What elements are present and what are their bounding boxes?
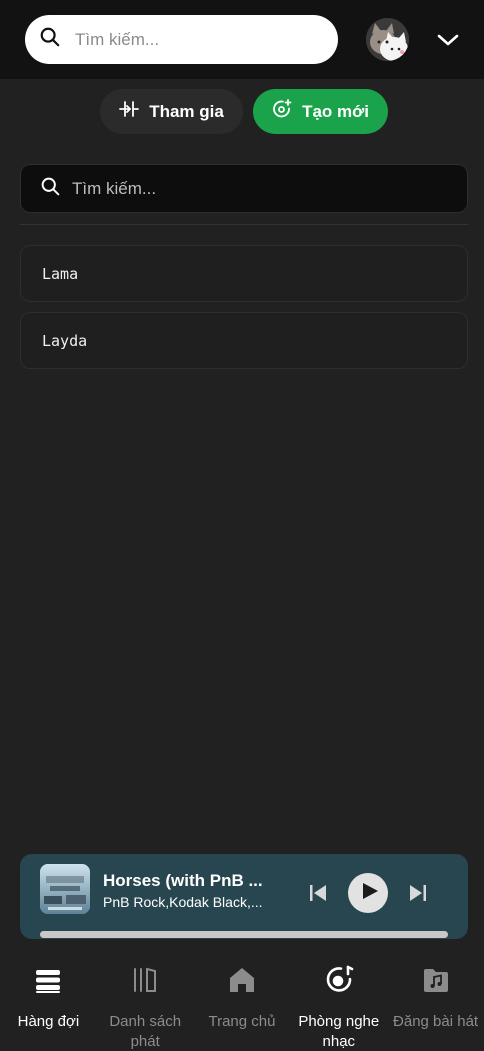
nav-label-playlist: Danh sách phát: [109, 1013, 182, 1050]
search-icon: [39, 26, 61, 53]
play-icon: [358, 882, 379, 905]
room-search-box[interactable]: [20, 164, 468, 213]
room-list: Lama Layda: [20, 245, 468, 379]
search-icon: [40, 176, 61, 202]
play-button[interactable]: [348, 873, 388, 913]
nav-label-upload-song: Đăng bài hát: [393, 1013, 479, 1030]
progress-bar[interactable]: [40, 931, 448, 938]
room-item-lama[interactable]: Lama: [20, 245, 468, 302]
nav-item-upload-song[interactable]: Đăng bài hát: [387, 950, 484, 1051]
home-icon: [227, 965, 257, 1000]
nav-item-home[interactable]: Trang chủ: [194, 950, 291, 1051]
nav-label-home: Trang chủ: [208, 1013, 276, 1030]
chevron-down-icon[interactable]: [434, 26, 462, 54]
room-item-label: Lama: [42, 264, 79, 283]
next-track-icon[interactable]: [407, 882, 429, 904]
top-search-input[interactable]: [75, 29, 305, 50]
room-search-input[interactable]: [72, 178, 432, 199]
join-icon: [119, 99, 140, 124]
nav-label-listening-room: Phòng nghe nhạc: [298, 1013, 380, 1050]
progress-fill: [40, 931, 448, 938]
nav-item-playlist[interactable]: Danh sách phát: [97, 950, 194, 1051]
create-room-label: Tạo mới: [302, 101, 369, 121]
previous-track-icon[interactable]: [307, 882, 329, 904]
listening-room-icon: [324, 965, 354, 1000]
top-bar: [0, 0, 484, 79]
nav-item-queue[interactable]: Hàng đợi: [0, 950, 97, 1051]
mini-player[interactable]: Horses (with PnB ... PnB Rock,Kodak Blac…: [20, 854, 468, 939]
song-artist: PnB Rock,Kodak Black,...: [103, 894, 263, 910]
queue-icon: [33, 965, 63, 1000]
album-cover: [40, 864, 90, 914]
room-item-layda[interactable]: Layda: [20, 312, 468, 369]
room-item-label: Layda: [42, 331, 88, 350]
library-icon: [130, 965, 160, 1000]
nav-label-queue: Hàng đợi: [17, 1013, 80, 1030]
create-room-icon: [272, 99, 292, 124]
nav-item-listening-room[interactable]: Phòng nghe nhạc: [290, 950, 387, 1051]
bottom-nav: Hàng đợi Danh sách phát Trang chủ Phòng …: [0, 950, 484, 1051]
top-search-box[interactable]: [25, 15, 338, 64]
upload-song-icon: [421, 965, 451, 1000]
divider: [20, 224, 468, 225]
join-room-label: Tham gia: [149, 101, 224, 121]
create-room-button[interactable]: Tạo mới: [253, 89, 388, 134]
song-title: Horses (with PnB ...: [103, 871, 263, 890]
avatar[interactable]: [366, 18, 409, 61]
join-room-button[interactable]: Tham gia: [100, 89, 243, 134]
